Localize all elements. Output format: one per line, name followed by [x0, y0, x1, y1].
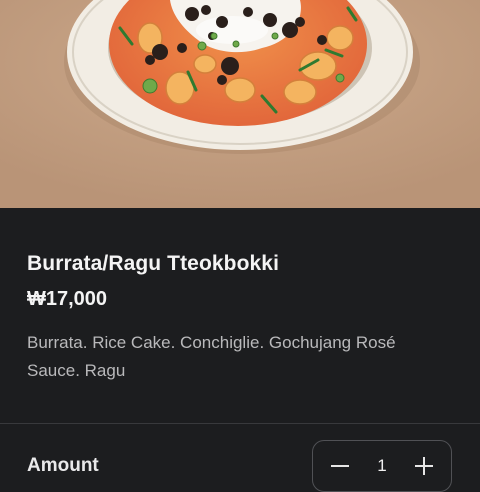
plus-icon[interactable] — [413, 455, 435, 477]
product-photo — [0, 0, 480, 208]
amount-label: Amount — [27, 455, 99, 476]
product-price: ₩17,000 — [27, 288, 108, 310]
product-description: Burrata. Rice Cake. Conchiglie. Gochujan… — [27, 333, 396, 380]
product-info: Burrata/Ragu Tteokbokki ₩17,000 Burrata.… — [0, 208, 480, 423]
minus-icon[interactable] — [329, 455, 351, 477]
quantity-stepper: 1 — [312, 440, 452, 492]
section-divider — [0, 423, 480, 424]
product-photo-illustration — [0, 0, 480, 208]
quantity-value: 1 — [377, 456, 387, 475]
product-title: Burrata/Ragu Tteokbokki — [27, 252, 280, 275]
